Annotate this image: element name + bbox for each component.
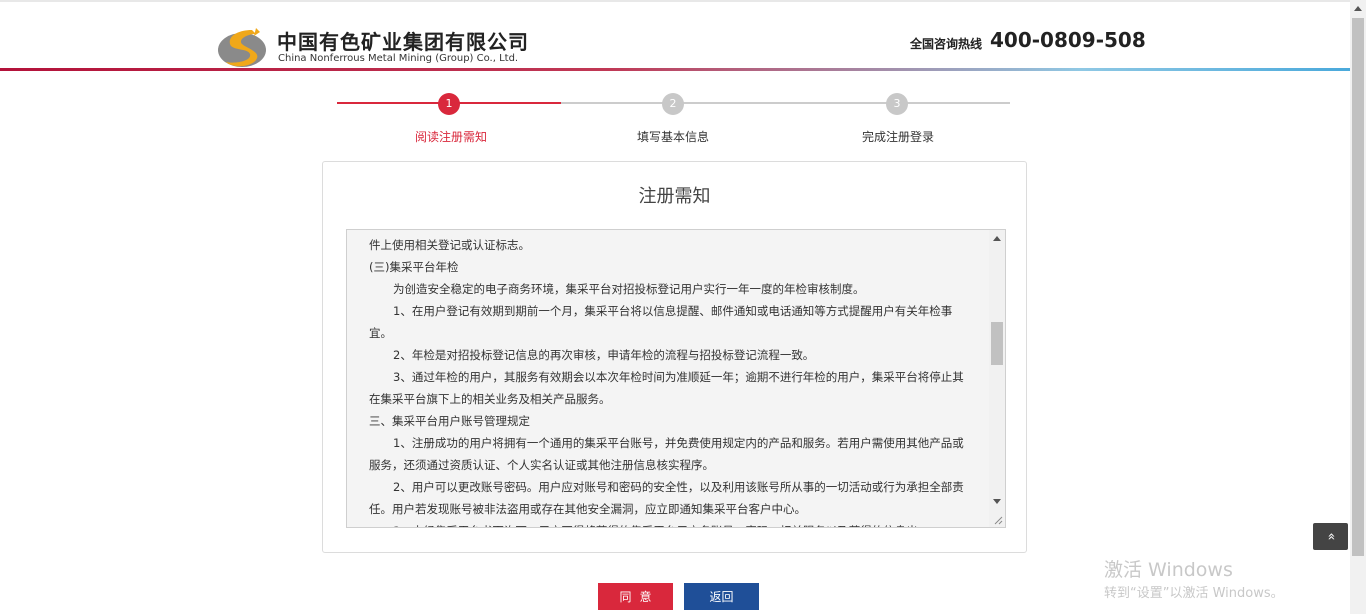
notice-paragraph: 为创造安全稳定的电子商务环境，集采平台对招投标登记用户实行一年一度的年检审核制度… — [393, 282, 865, 296]
back-button[interactable]: 返回 — [684, 583, 759, 610]
back-to-top-button[interactable]: « — [1313, 523, 1348, 550]
notice-paragraph: 3、未经集采平台书面许可，用户不得将获得的集采平台用户名账号、密码、相关服务以及… — [369, 520, 969, 527]
header-divider — [0, 68, 1350, 71]
notice-scrollbar[interactable] — [989, 230, 1005, 527]
notice-paragraph: 三、集采平台用户账号管理规定 — [369, 414, 530, 428]
notice-scrollbar-thumb[interactable] — [991, 322, 1003, 365]
page-scrollbar-thumb[interactable] — [1352, 18, 1364, 556]
step-1-circle: 1 — [438, 93, 460, 115]
resize-grip-icon[interactable] — [993, 515, 1003, 525]
notice-paragraph: 件上使用相关登记或认证标志。 — [369, 238, 530, 252]
notice-text: 件上使用相关登记或认证标志。 (三)集采平台年检 为创造安全稳定的电子商务环境，… — [369, 234, 969, 527]
company-name-en: China Nonferrous Metal Mining (Group) Co… — [278, 53, 519, 64]
notice-paragraph: 2、用户可以更改账号密码。用户应对账号和密码的安全性，以及利用该账号所从事的一切… — [369, 480, 964, 516]
step-3-label: 完成注册登录 — [861, 130, 934, 144]
windows-watermark-title: 激活 Windows — [1104, 559, 1233, 581]
notice-paragraph: 1、在用户登记有效期到期前一个月，集采平台将以信息提醒、邮件通知或电话通知等方式… — [369, 304, 953, 340]
scroll-up-arrow-icon[interactable] — [993, 236, 1001, 241]
hotline-number: 400-0809-508 — [990, 28, 1146, 52]
notice-paragraph: 1、注册成功的用户将拥有一个通用的集采平台账号，并免费使用规定内的产品和服务。若… — [369, 436, 964, 472]
notice-paragraph: 3、通过年检的用户，其服务有效期会以本次年检时间为准顺延一年；逾期不进行年检的用… — [369, 370, 964, 406]
notice-panel: 注册需知 件上使用相关登记或认证标志。 (三)集采平台年检 为创造安全稳定的电子… — [322, 161, 1027, 553]
step-3-circle: 3 — [886, 93, 908, 115]
page-scrollbar[interactable] — [1350, 0, 1366, 614]
page-scroll-up-icon[interactable] — [1354, 6, 1362, 11]
step-2-label: 填写基本信息 — [636, 130, 709, 144]
double-chevron-up-icon: « — [1323, 532, 1338, 541]
notice-paragraph: (三)集采平台年检 — [369, 260, 459, 274]
hotline-label: 全国咨询热线 — [910, 37, 983, 51]
step-2-circle: 2 — [662, 93, 684, 115]
notice-textarea[interactable]: 件上使用相关登记或认证标志。 (三)集采平台年检 为创造安全稳定的电子商务环境，… — [346, 229, 1006, 528]
agree-button[interactable]: 同意 — [598, 583, 673, 610]
notice-title: 注册需知 — [638, 186, 711, 207]
scroll-down-arrow-icon[interactable] — [993, 499, 1001, 504]
company-name-cn: 中国有色矿业集团有限公司 — [277, 30, 529, 54]
step-1-label: 阅读注册需知 — [414, 130, 487, 144]
windows-watermark-subtitle: 转到“设置”以激活 Windows。 — [1104, 586, 1284, 601]
company-logo-icon — [218, 28, 266, 67]
notice-paragraph: 2、年检是对招投标登记信息的再次审核，申请年检的流程与招投标登记流程一致。 — [393, 348, 815, 362]
site-header: 中国有色矿业集团有限公司 China Nonferrous Metal Mini… — [0, 2, 1350, 68]
